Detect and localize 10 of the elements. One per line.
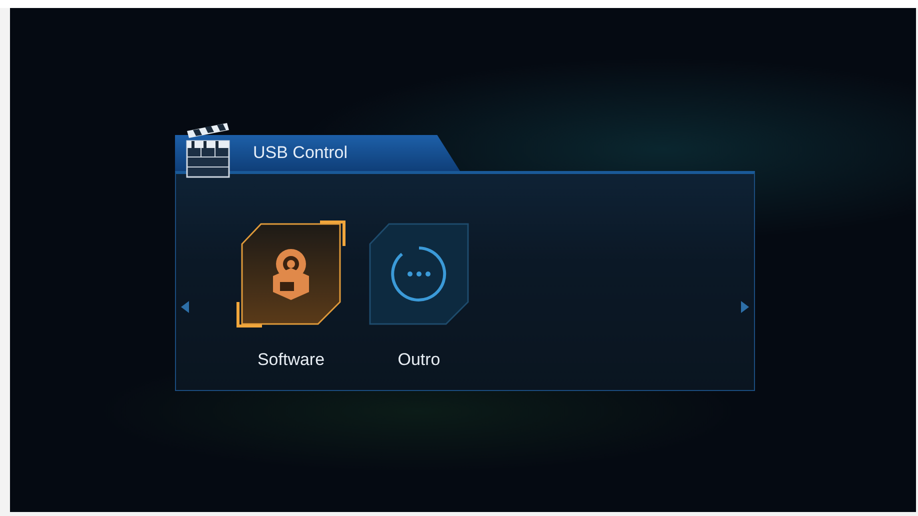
software-package-icon (273, 249, 309, 300)
more-icon (391, 246, 446, 302)
menu-item-label: Outro (398, 350, 440, 370)
menu-tile[interactable] (236, 220, 346, 328)
left-arrow-icon (180, 300, 190, 314)
corner-bracket (236, 302, 262, 328)
right-arrow-icon (740, 300, 750, 314)
corner-bracket (320, 220, 346, 246)
menu-item-label: Software (257, 350, 325, 370)
window-title: USB Control (253, 143, 348, 163)
